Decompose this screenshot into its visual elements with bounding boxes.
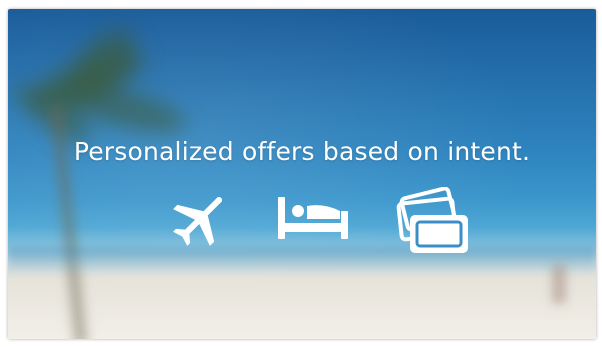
icon-row	[8, 187, 596, 257]
tickets-icon	[394, 187, 472, 257]
bed-icon	[276, 187, 350, 257]
distant-figure	[552, 264, 566, 304]
hero-banner: Personalized offers based on intent.	[8, 9, 596, 339]
headline-text: Personalized offers based on intent.	[73, 137, 531, 166]
image-frame: Personalized offers based on intent.	[0, 0, 602, 347]
airplane-icon	[168, 187, 232, 257]
